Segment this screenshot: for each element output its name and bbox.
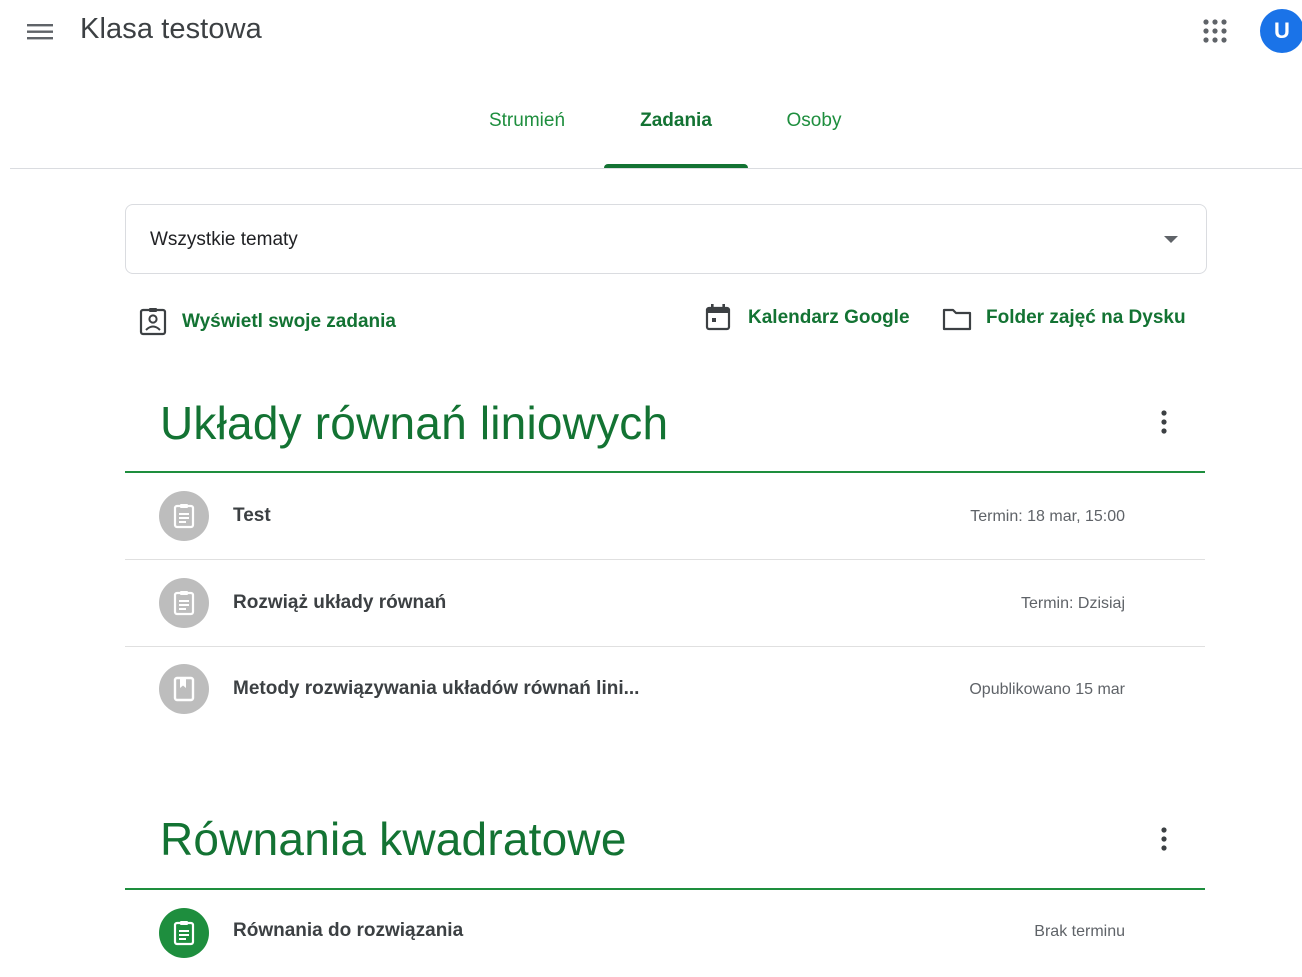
- assignment-icon: [159, 491, 209, 541]
- tab-people[interactable]: Osoby: [766, 98, 862, 168]
- item-title: Test: [233, 505, 271, 526]
- topic-title: Równania kwadratowe: [160, 813, 627, 865]
- assignment-icon: [159, 908, 209, 958]
- folder-icon: [942, 308, 972, 331]
- tab-label: Osoby: [786, 110, 842, 131]
- item-due-date: Brak terminu: [1034, 923, 1125, 940]
- assignment-ind-icon: [139, 308, 167, 336]
- item-title: Rozwiąż układy równań: [233, 592, 447, 613]
- google-apps-grid-icon[interactable]: [1198, 14, 1232, 48]
- calendar-icon: [705, 304, 731, 331]
- view-your-work-link[interactable]: Wyświetl swoje zadania: [138, 306, 418, 338]
- tab-label: Strumień: [488, 110, 566, 131]
- tab-label: Zadania: [640, 110, 712, 131]
- classwork-item[interactable]: Równania do rozwiązania Brak terminu: [125, 890, 1205, 977]
- class-tabs: Strumień Zadania Osoby: [0, 98, 1302, 168]
- item-posted-date: Opublikowano 15 mar: [969, 681, 1125, 698]
- tabs-divider: [10, 168, 1302, 169]
- hamburger-menu-icon[interactable]: [22, 13, 58, 49]
- topic-filter-dropdown[interactable]: Wszystkie tematy: [125, 204, 1207, 274]
- view-your-work-label: Wyświetl swoje zadania: [182, 311, 397, 332]
- topic-title: Układy równań liniowych: [160, 397, 669, 449]
- item-due-date: Termin: Dzisiaj: [1020, 595, 1125, 612]
- more-vert-icon[interactable]: [1148, 819, 1180, 859]
- more-vert-icon[interactable]: [1148, 402, 1180, 442]
- item-title: Metody rozwiązywania układów równań lini…: [233, 678, 640, 699]
- drive-folder-label: Folder zajęć na Dysku: [986, 307, 1186, 328]
- classwork-item[interactable]: Test Termin: 18 mar, 15:00: [125, 473, 1205, 560]
- assignment-icon: [159, 578, 209, 628]
- dropdown-arrow-icon: [1164, 236, 1178, 243]
- account-avatar[interactable]: U: [1260, 9, 1302, 53]
- material-bookmark-icon: [159, 664, 209, 714]
- classwork-item[interactable]: Rozwiąż układy równań Termin: Dzisiaj: [125, 560, 1205, 647]
- google-calendar-label: Kalendarz Google: [748, 307, 910, 328]
- item-title: Równania do rozwiązania: [233, 920, 464, 941]
- top-app-bar: Klasa testowa U: [0, 0, 1302, 64]
- class-title[interactable]: Klasa testowa: [80, 13, 262, 46]
- item-due-date: Termin: 18 mar, 15:00: [970, 508, 1125, 525]
- google-calendar-link[interactable]: Kalendarz Google: [703, 302, 923, 334]
- drive-folder-link[interactable]: Folder zajęć na Dysku: [941, 302, 1196, 334]
- selected-topic: Wszystkie tematy: [150, 229, 298, 250]
- tab-stream[interactable]: Strumień: [468, 98, 586, 168]
- classwork-item[interactable]: Metody rozwiązywania układów równań lini…: [125, 646, 1205, 733]
- tab-classwork[interactable]: Zadania: [604, 98, 748, 168]
